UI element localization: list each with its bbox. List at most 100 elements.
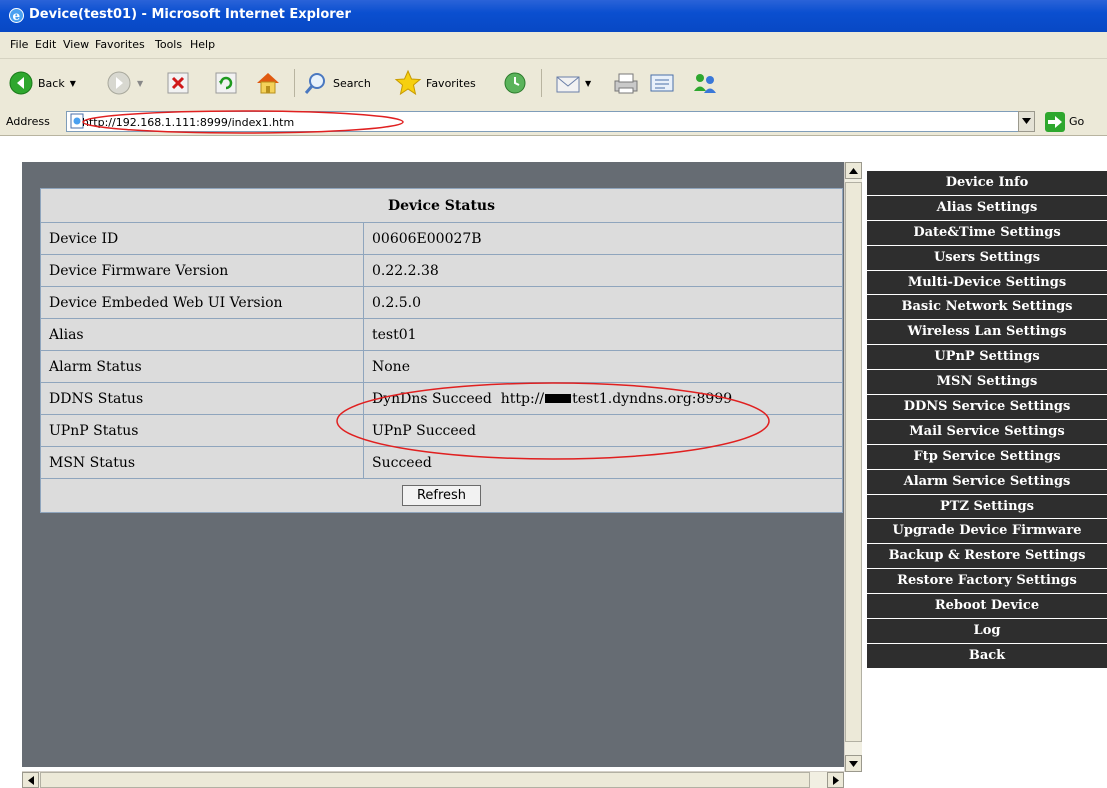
horizontal-scroll-thumb[interactable] xyxy=(40,772,810,788)
back-button[interactable]: Back ▼ xyxy=(8,67,76,99)
row-label: Device Embeded Web UI Version xyxy=(40,286,364,319)
row-label: Alias xyxy=(40,318,364,351)
address-url[interactable]: http://192.168.1.111:8999/index1.htm xyxy=(82,116,294,129)
window-title: Device(test01) - Microsoft Internet Expl… xyxy=(29,7,351,22)
menu-alarm-service-settings[interactable]: Alarm Service Settings xyxy=(867,469,1107,494)
table-row: Alarm Status None xyxy=(40,350,843,383)
star-icon xyxy=(394,69,422,96)
back-arrow-icon xyxy=(9,71,33,95)
toolbar: Back ▼ ▼ Search Favorites ▼ xyxy=(0,59,1107,109)
menu-users-settings[interactable]: Users Settings xyxy=(867,245,1107,270)
row-label: Device Firmware Version xyxy=(40,254,364,287)
scroll-right-button[interactable] xyxy=(827,772,844,788)
vertical-scroll-thumb[interactable] xyxy=(845,182,862,742)
menu-ftp-service-settings[interactable]: Ftp Service Settings xyxy=(867,444,1107,469)
menu-bar: File Edit View Favorites Tools Help xyxy=(0,32,1107,59)
forward-dropdown-icon[interactable]: ▼ xyxy=(137,79,143,88)
menu-wireless-lan-settings[interactable]: Wireless Lan Settings xyxy=(867,320,1107,345)
menu-alias-settings[interactable]: Alias Settings xyxy=(867,195,1107,220)
menu-mail-service-settings[interactable]: Mail Service Settings xyxy=(867,419,1107,444)
menu-backup-restore-settings[interactable]: Backup & Restore Settings xyxy=(867,544,1107,569)
table-row: MSN Status Succeed xyxy=(40,446,843,479)
menu-favorites[interactable]: Favorites xyxy=(95,38,145,51)
history-icon xyxy=(504,72,526,94)
row-label: Device ID xyxy=(40,222,364,255)
mail-button[interactable]: ▼ xyxy=(555,67,591,99)
menu-help[interactable]: Help xyxy=(190,38,215,51)
row-value: DynDns Succeed http:// test1.dyndns.org:8… xyxy=(363,382,843,415)
messenger-button[interactable] xyxy=(690,67,720,99)
svg-text:e: e xyxy=(13,9,21,23)
favorites-button[interactable]: Favorites xyxy=(393,67,476,99)
menu-log[interactable]: Log xyxy=(867,619,1107,643)
address-dropdown-button[interactable] xyxy=(1018,111,1035,132)
search-icon xyxy=(304,73,325,94)
menu-basic-network-settings[interactable]: Basic Network Settings xyxy=(867,295,1107,320)
chevron-right-icon xyxy=(833,776,839,785)
menu-device-info[interactable]: Device Info xyxy=(867,171,1107,195)
menu-tools[interactable]: Tools xyxy=(155,38,182,51)
back-label: Back xyxy=(38,76,65,90)
menu-multi-device-settings[interactable]: Multi-Device Settings xyxy=(867,270,1107,295)
side-menu: Device Info Alias Settings Date&Time Set… xyxy=(867,171,1107,669)
home-icon xyxy=(257,73,279,94)
refresh-cell: Refresh xyxy=(40,478,843,513)
menu-ptz-settings[interactable]: PTZ Settings xyxy=(867,494,1107,519)
stop-icon xyxy=(167,72,189,94)
menu-msn-settings[interactable]: MSN Settings xyxy=(867,370,1107,395)
menu-date-time-settings[interactable]: Date&Time Settings xyxy=(867,220,1107,245)
edit-button[interactable] xyxy=(648,67,676,99)
menu-restore-factory-settings[interactable]: Restore Factory Settings xyxy=(867,569,1107,594)
go-label[interactable]: Go xyxy=(1069,115,1084,128)
chevron-left-icon xyxy=(28,776,34,785)
refresh-status-button[interactable]: Refresh xyxy=(401,485,482,506)
print-icon xyxy=(614,73,638,94)
scroll-up-button[interactable] xyxy=(845,162,862,179)
menu-view[interactable]: View xyxy=(63,38,89,51)
go-arrow-icon xyxy=(1048,116,1062,128)
row-value: None xyxy=(363,350,843,383)
mail-dropdown-icon[interactable]: ▼ xyxy=(585,79,591,88)
vertical-scrollbar[interactable] xyxy=(844,162,862,772)
address-label: Address xyxy=(6,115,50,128)
home-button[interactable] xyxy=(254,67,282,99)
messenger-icon xyxy=(694,74,716,93)
row-value: UPnP Succeed xyxy=(363,414,843,447)
table-row: UPnP Status UPnP Succeed xyxy=(40,414,843,447)
stop-button[interactable] xyxy=(166,67,190,99)
mail-icon xyxy=(556,76,580,93)
device-status-table: Device Status Device ID 00606E00027B Dev… xyxy=(40,188,843,513)
menu-reboot-device[interactable]: Reboot Device xyxy=(867,594,1107,619)
toolbar-separator xyxy=(541,69,542,97)
menu-edit[interactable]: Edit xyxy=(35,38,56,51)
history-button[interactable] xyxy=(502,67,528,99)
row-value: test01 xyxy=(363,318,843,351)
row-value: Succeed xyxy=(363,446,843,479)
row-value: 0.22.2.38 xyxy=(363,254,843,287)
row-label: DDNS Status xyxy=(40,382,364,415)
row-label: Alarm Status xyxy=(40,350,364,383)
menu-upgrade-device-firmware[interactable]: Upgrade Device Firmware xyxy=(867,519,1107,544)
go-button[interactable] xyxy=(1045,112,1065,132)
search-button[interactable]: Search xyxy=(303,67,371,99)
print-button[interactable] xyxy=(612,67,640,99)
scroll-left-button[interactable] xyxy=(22,772,39,788)
chevron-up-icon xyxy=(849,168,858,174)
table-row: Device ID 00606E00027B xyxy=(40,222,843,255)
table-row: Device Embeded Web UI Version 0.2.5.0 xyxy=(40,286,843,319)
scroll-down-button[interactable] xyxy=(845,755,862,772)
ie-logo-icon: e xyxy=(9,8,24,23)
forward-button[interactable]: ▼ xyxy=(106,67,143,99)
table-title: Device Status xyxy=(40,188,843,223)
menu-ddns-service-settings[interactable]: DDNS Service Settings xyxy=(867,395,1107,419)
table-row: DDNS Status DynDns Succeed http:// test1.… xyxy=(40,382,843,415)
forward-arrow-icon xyxy=(107,71,131,95)
refresh-button[interactable] xyxy=(214,67,238,99)
menu-upnp-settings[interactable]: UPnP Settings xyxy=(867,345,1107,370)
back-dropdown-icon[interactable]: ▼ xyxy=(70,79,76,88)
menu-file[interactable]: File xyxy=(10,38,28,51)
horizontal-scrollbar[interactable] xyxy=(22,771,844,788)
edit-page-icon xyxy=(650,74,674,92)
menu-back[interactable]: Back xyxy=(867,643,1107,668)
row-value: 0.2.5.0 xyxy=(363,286,843,319)
